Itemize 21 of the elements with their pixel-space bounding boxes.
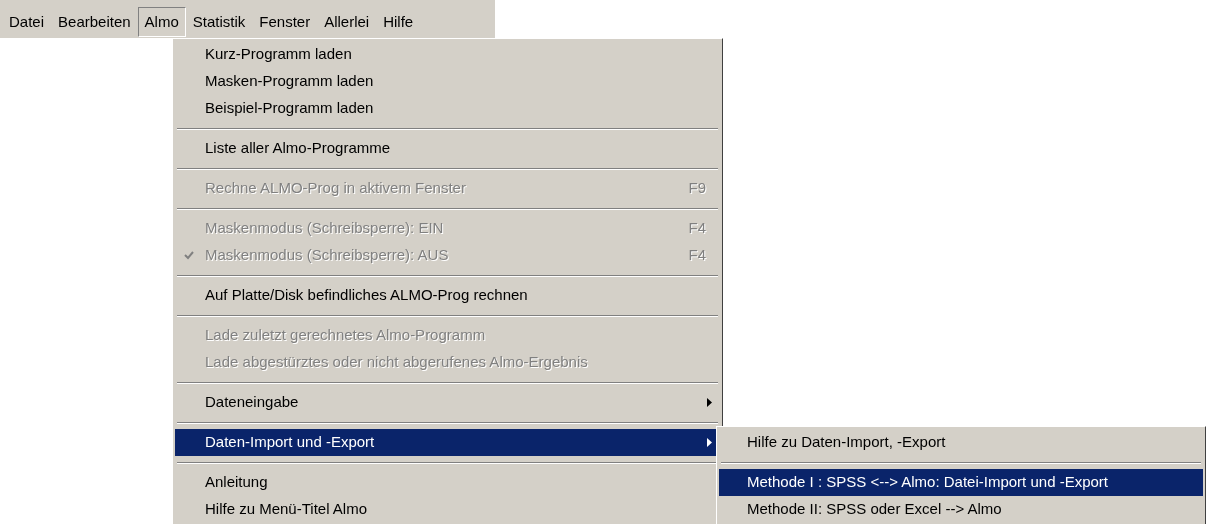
menu-item[interactable]: Hilfe zu Daten-Import, -Export [719,429,1203,456]
menu-item[interactable]: Methode I : SPSS <--> Almo: Datei-Import und -Export [719,469,1203,496]
menu-bar-item[interactable]: Fenster [252,7,318,37]
menu-item[interactable]: Hilfe zu Menü-Titel Almo [175,496,720,523]
submenu-arrow-icon [707,438,712,447]
submenu-arrow-icon [707,398,712,407]
menu-item[interactable]: Methode II: SPSS oder Excel --> Almo [719,496,1203,523]
menu-bar-item[interactable]: Almo [137,7,186,37]
menu-bar-item[interactable]: Bearbeiten [51,7,138,37]
menu-item[interactable]: Auf Platte/Disk befindliches ALMO-Prog rechnen [175,282,720,309]
menu-item[interactable]: Beispiel-Programm laden [175,95,720,122]
menu-item[interactable]: Masken-Programm laden [175,68,720,95]
menu-bar-item[interactable]: Datei [2,7,52,37]
checkmark-icon [184,251,194,260]
menu-item[interactable]: Kurz-Programm laden [175,41,720,68]
menu-item[interactable]: Liste aller Almo-Programme [175,135,720,162]
menu-item[interactable]: Anleitung [175,469,720,496]
menu-bar-item[interactable]: Hilfe [376,7,421,37]
menu-bar-item[interactable]: Statistik [185,7,253,37]
menu-item[interactable]: Dateneingabe [175,389,720,416]
menu-bar-item[interactable]: Allerlei [317,7,377,37]
